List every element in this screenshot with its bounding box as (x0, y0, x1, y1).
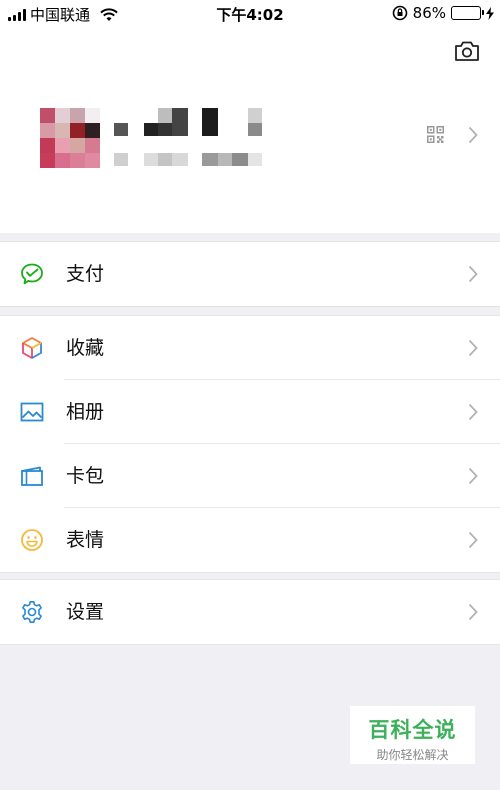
chevron-right-icon (468, 339, 478, 357)
gear-icon (22, 601, 42, 623)
picture-icon (20, 402, 44, 422)
cube-icon (22, 337, 42, 359)
chevron-right-icon (468, 126, 478, 144)
battery-icon (451, 6, 484, 20)
menu-item-album[interactable]: 相册 (0, 380, 500, 444)
menu-label-favorites: 收藏 (66, 337, 105, 359)
menu-group-pay: 支付 (0, 241, 500, 307)
status-bar: 中国联通 下午4:02 86% (0, 0, 500, 26)
menu-item-settings[interactable]: 设置 (0, 580, 500, 644)
status-right: 86% (392, 4, 494, 22)
avatar[interactable] (40, 108, 100, 168)
menu-item-favorites[interactable]: 收藏 (0, 316, 500, 380)
menu-label-settings: 设置 (66, 601, 105, 623)
orientation-lock-icon (392, 5, 407, 21)
chevron-right-icon (468, 603, 478, 621)
camera-icon[interactable] (454, 40, 480, 62)
battery-percent: 86% (412, 4, 446, 22)
menu-item-pay[interactable]: 支付 (0, 242, 500, 306)
charging-icon (486, 6, 494, 20)
watermark: 百科全说 助你轻松解决 (350, 706, 475, 764)
qr-code-icon[interactable] (427, 126, 444, 143)
menu-label-stickers: 表情 (66, 529, 105, 551)
chevron-right-icon (468, 467, 478, 485)
watermark-subtitle: 助你轻松解决 (376, 748, 449, 762)
menu-label-cards: 卡包 (66, 465, 105, 487)
menu-label-pay: 支付 (66, 263, 105, 285)
wallet-check-icon (21, 263, 43, 285)
smiley-icon (21, 529, 43, 551)
profile-header[interactable] (0, 26, 500, 233)
menu-label-album: 相册 (66, 401, 105, 423)
menu-group-main: 收藏 相册 卡包 表情 (0, 315, 500, 573)
chevron-right-icon (468, 265, 478, 283)
chevron-right-icon (468, 531, 478, 549)
menu-group-settings: 设置 (0, 579, 500, 645)
chevron-right-icon (468, 403, 478, 421)
menu-item-stickers[interactable]: 表情 (0, 508, 500, 572)
card-wallet-icon (21, 466, 43, 486)
menu-item-cards[interactable]: 卡包 (0, 444, 500, 508)
watermark-title: 百科全说 (368, 718, 457, 742)
